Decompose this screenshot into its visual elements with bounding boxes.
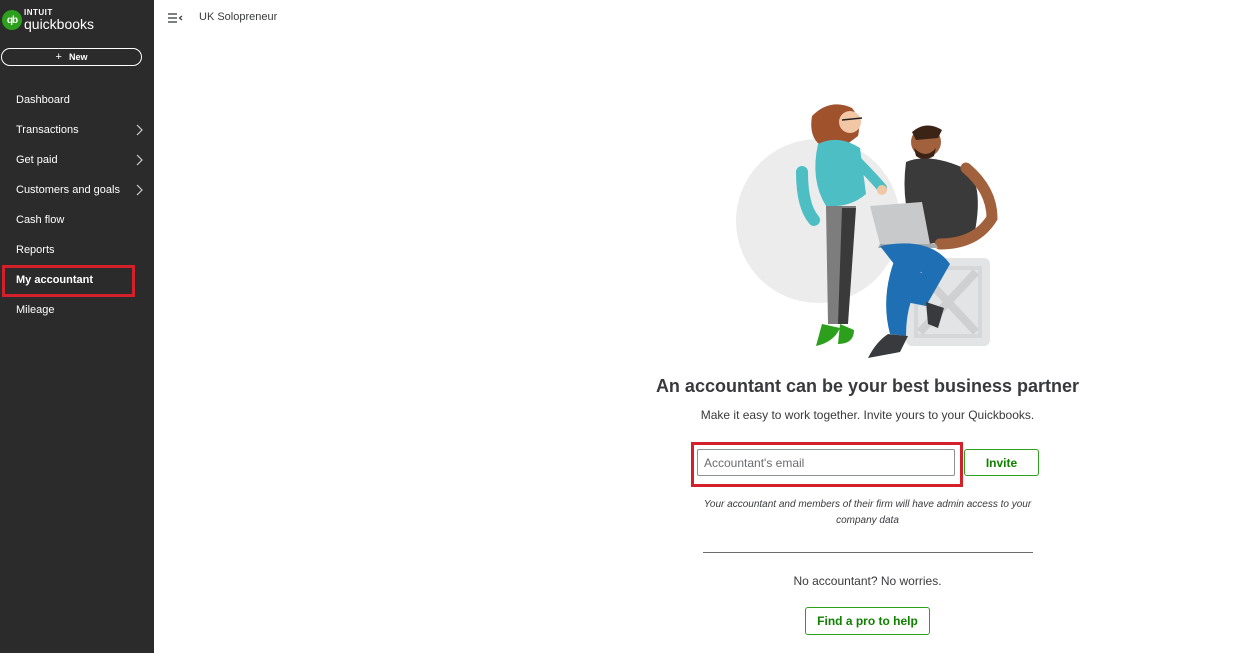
find-a-pro-button[interactable]: Find a pro to help	[805, 607, 930, 635]
collapse-menu-icon[interactable]	[167, 11, 183, 25]
admin-access-disclaimer: Your accountant and members of their fir…	[703, 499, 1032, 526]
company-name: UK Solopreneur	[199, 11, 278, 23]
new-button[interactable]: + New	[1, 48, 142, 66]
logo-product-text: quickbooks	[24, 16, 95, 32]
sidebar-item-transactions[interactable]: Transactions	[0, 115, 154, 145]
sidebar-item-reports[interactable]: Reports	[0, 235, 154, 265]
sidebar-item-label: Customers and goals	[16, 184, 120, 196]
sidebar-item-label: Cash flow	[16, 214, 65, 226]
sidebar-item-get-paid[interactable]: Get paid	[0, 145, 154, 175]
page-subline: Make it easy to work together. Invite yo…	[700, 408, 1035, 422]
sidebar-item-label: Transactions	[16, 124, 79, 136]
sidebar-item-mileage[interactable]: Mileage	[0, 295, 154, 325]
top-bar: UK Solopreneur	[154, 0, 1239, 35]
accountant-partnership-illustration	[736, 104, 998, 358]
sidebar-item-label: Mileage	[16, 304, 55, 316]
plus-icon: +	[55, 51, 62, 63]
sidebar: qb INTUIT quickbooks + New Dashboard Tra…	[0, 0, 154, 653]
invite-button[interactable]: Invite	[964, 449, 1039, 476]
sidebar-item-customers-and-goals[interactable]: Customers and goals	[0, 175, 154, 205]
accountant-email-field[interactable]	[697, 449, 955, 476]
no-accountant-text: No accountant? No worries.	[793, 574, 942, 588]
sidebar-item-dashboard[interactable]: Dashboard	[0, 85, 154, 115]
sidebar-item-cash-flow[interactable]: Cash flow	[0, 205, 154, 235]
new-button-label: New	[68, 52, 88, 62]
sidebar-item-label: Get paid	[16, 154, 58, 166]
my-accountant-highlight-box	[2, 265, 135, 297]
sidebar-item-label: Dashboard	[16, 94, 70, 106]
qb-logo-icon: qb	[2, 10, 22, 30]
section-divider	[703, 552, 1033, 553]
quickbooks-logo[interactable]: qb INTUIT quickbooks	[2, 9, 94, 31]
chevron-right-icon	[136, 154, 143, 166]
page-headline: An accountant can be your best business …	[655, 376, 1080, 396]
chevron-right-icon	[136, 184, 143, 196]
sidebar-item-label: Reports	[16, 244, 55, 256]
chevron-right-icon	[136, 124, 143, 136]
